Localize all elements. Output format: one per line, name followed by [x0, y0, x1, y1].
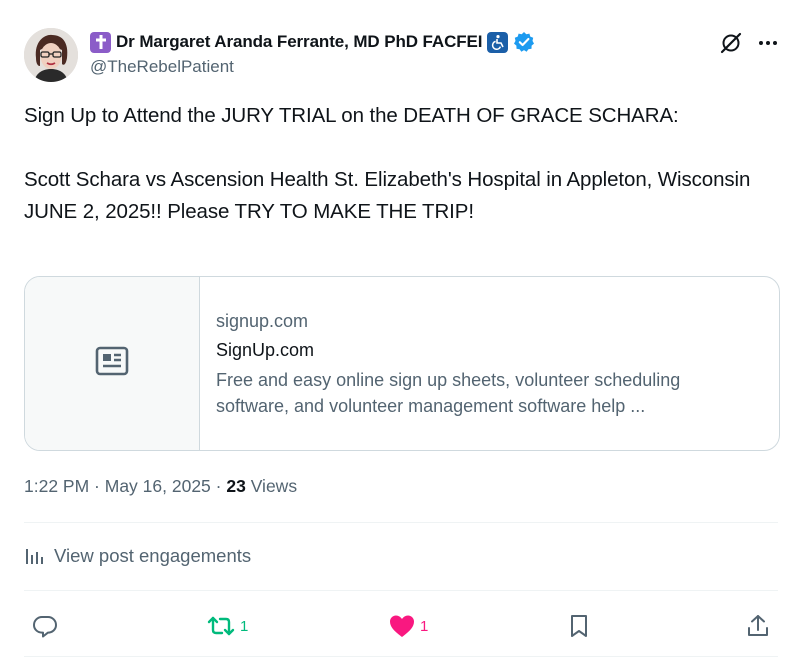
author-name[interactable]: Dr Margaret Aranda Ferrante, MD PhD FACF… [116, 32, 483, 52]
link-card-domain: signup.com [216, 311, 309, 331]
link-card[interactable]: signup.com SignUp.com Free and easy onli… [24, 276, 780, 451]
divider [24, 656, 778, 657]
view-engagements-label: View post engagements [54, 545, 252, 566]
verified-icon[interactable] [513, 31, 535, 53]
author-handle[interactable]: @TheRebelPatient [90, 57, 234, 77]
reply-button[interactable] [32, 606, 58, 646]
meta-separator-2: · [210, 476, 227, 496]
bookmark-button[interactable] [568, 606, 590, 646]
analytics-icon [24, 546, 44, 566]
more-icon[interactable] [757, 31, 779, 55]
view-engagements-link[interactable]: View post engagements [24, 545, 251, 567]
author-name-row: Dr Margaret Aranda Ferrante, MD PhD FACF… [90, 30, 535, 54]
like-button[interactable]: 1 [388, 606, 428, 646]
newspaper-icon [95, 346, 129, 381]
repost-button[interactable]: 1 [206, 606, 248, 646]
grok-icon[interactable] [719, 31, 745, 55]
avatar[interactable] [24, 28, 78, 82]
post-date[interactable]: May 16, 2025 [105, 476, 211, 496]
share-button[interactable] [746, 606, 770, 646]
cross-badge-icon [90, 31, 111, 53]
post-text: Sign Up to Attend the JURY TRIAL on the … [24, 104, 751, 223]
post-time[interactable]: 1:22 PM [24, 476, 89, 496]
divider [24, 590, 778, 591]
link-card-title: SignUp.com [216, 340, 315, 360]
repost-icon [206, 613, 236, 639]
repost-count: 1 [240, 617, 249, 635]
like-icon [388, 613, 416, 639]
avatar-image [24, 28, 78, 82]
views-count: 23 [226, 476, 246, 496]
post-meta: 1:22 PM · May 16, 2025 · 23 Views [24, 476, 297, 497]
bookmark-icon [568, 613, 590, 639]
like-count: 1 [420, 617, 429, 635]
action-bar: 1 1 [24, 606, 784, 646]
link-card-thumbnail [25, 277, 200, 450]
share-icon [746, 613, 770, 639]
views-label: Views [250, 476, 298, 496]
divider [24, 522, 778, 523]
link-card-body: signup.com SignUp.com Free and easy onli… [200, 277, 772, 450]
reply-icon [32, 613, 58, 639]
meta-separator: · [89, 476, 105, 496]
link-card-description: Free and easy online sign up sheets, vol… [216, 370, 681, 416]
accessibility-badge-icon [487, 31, 509, 53]
